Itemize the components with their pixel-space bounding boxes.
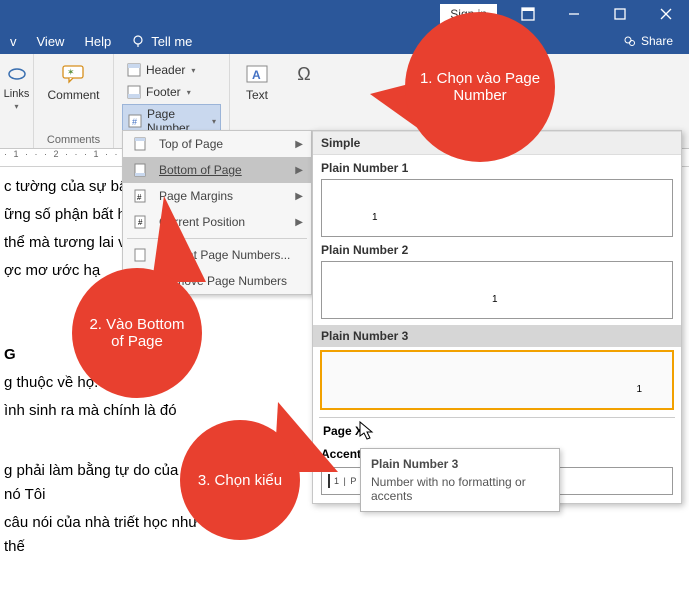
text-box-icon: A bbox=[243, 62, 271, 86]
links-label: Links bbox=[4, 88, 30, 100]
gallery-item-title: Plain Number 1 bbox=[321, 161, 673, 175]
current-position-icon: # bbox=[131, 214, 149, 230]
menu-label: Bottom of Page bbox=[159, 163, 242, 177]
gallery-item-title: Plain Number 3 bbox=[313, 325, 681, 347]
lightbulb-icon bbox=[131, 28, 145, 54]
menu-bottom-of-page[interactable]: Bottom of Page ▶ bbox=[123, 157, 311, 183]
svg-text:A: A bbox=[252, 68, 261, 82]
menu-label: Top of Page bbox=[159, 137, 223, 151]
gallery-preview: 1 bbox=[321, 179, 673, 237]
page-number-icon: # bbox=[127, 113, 143, 129]
header-label: Header bbox=[146, 63, 185, 77]
tab-view[interactable]: View bbox=[27, 28, 75, 54]
submenu-arrow-icon: ▶ bbox=[295, 191, 303, 202]
gallery-item-plain-3[interactable]: Plain Number 3 1 bbox=[313, 319, 681, 409]
minimize-button[interactable] bbox=[551, 0, 597, 28]
top-of-page-icon bbox=[131, 136, 149, 152]
share-icon bbox=[621, 33, 637, 49]
comments-group-label: Comments bbox=[42, 132, 105, 146]
footer-icon bbox=[126, 84, 142, 100]
tell-me-search[interactable]: Tell me bbox=[151, 28, 202, 54]
svg-text:#: # bbox=[138, 218, 143, 227]
comment-icon: ✶ bbox=[60, 62, 88, 86]
maximize-button[interactable] bbox=[597, 0, 643, 28]
svg-text:✶: ✶ bbox=[67, 67, 75, 77]
tab-help[interactable]: Help bbox=[74, 28, 121, 54]
tooltip-title: Plain Number 3 bbox=[371, 457, 549, 471]
accent-bar-icon bbox=[328, 474, 330, 488]
ribbon-tabs: v View Help Tell me Share bbox=[0, 28, 689, 54]
footer-label: Footer bbox=[146, 85, 181, 99]
gallery-preview: 1 bbox=[321, 351, 673, 409]
text-label: Text bbox=[246, 88, 268, 102]
comment-button[interactable]: ✶ Comment bbox=[42, 58, 105, 106]
gallery-item-plain-2[interactable]: Plain Number 2 1 bbox=[313, 237, 681, 319]
omega-icon: Ω bbox=[292, 64, 316, 84]
links-icon bbox=[3, 62, 31, 86]
gallery-category-pagex: Page X bbox=[319, 417, 675, 443]
callout-text: 1. Chọn vào Page Number bbox=[419, 70, 541, 104]
callout-text: 2. Vào Bottom of Page bbox=[86, 316, 188, 350]
close-button[interactable] bbox=[643, 0, 689, 28]
window-titlebar: Sign in bbox=[0, 0, 689, 28]
svg-text:#: # bbox=[137, 193, 142, 202]
annotation-callout-3: 3. Chọn kiểu bbox=[180, 420, 300, 540]
callout-tail bbox=[152, 196, 206, 282]
page-margins-icon: # bbox=[131, 188, 149, 204]
links-group-label bbox=[8, 144, 25, 146]
share-label: Share bbox=[641, 34, 673, 48]
gallery-preview: 1 bbox=[321, 261, 673, 319]
menu-top-of-page[interactable]: Top of Page ▶ bbox=[123, 131, 311, 157]
share-button[interactable]: Share bbox=[613, 28, 681, 54]
gallery-item-title: Plain Number 2 bbox=[321, 243, 673, 257]
tooltip-body: Number with no formatting or accents bbox=[371, 475, 549, 503]
doc-line: ình sinh ra mà chính là đó bbox=[4, 399, 220, 423]
tab-prev: v bbox=[8, 28, 27, 54]
comment-label: Comment bbox=[48, 88, 100, 102]
format-icon bbox=[131, 247, 149, 263]
annotation-callout-2: 2. Vào Bottom of Page bbox=[72, 268, 202, 398]
tooltip: Plain Number 3 Number with no formatting… bbox=[360, 448, 560, 512]
submenu-arrow-icon: ▶ bbox=[295, 165, 303, 176]
header-icon bbox=[126, 62, 142, 78]
callout-text: 3. Chọn kiểu bbox=[198, 472, 282, 489]
annotation-callout-1: 1. Chọn vào Page Number bbox=[405, 12, 555, 162]
doc-line: câu nói của nhà triết học như thế bbox=[4, 511, 220, 559]
submenu-arrow-icon: ▶ bbox=[295, 139, 303, 150]
text-box-button[interactable]: A Text bbox=[238, 58, 276, 106]
symbol-button[interactable]: Ω bbox=[292, 60, 316, 88]
links-button[interactable]: Links ▾ bbox=[8, 58, 25, 115]
gallery-item-plain-1[interactable]: Plain Number 1 1 bbox=[313, 155, 681, 237]
footer-button[interactable]: Footer▾ bbox=[122, 82, 221, 102]
svg-text:#: # bbox=[132, 117, 137, 127]
bottom-of-page-icon bbox=[131, 162, 149, 178]
header-button[interactable]: Header▾ bbox=[122, 60, 221, 80]
submenu-arrow-icon: ▶ bbox=[295, 217, 303, 228]
